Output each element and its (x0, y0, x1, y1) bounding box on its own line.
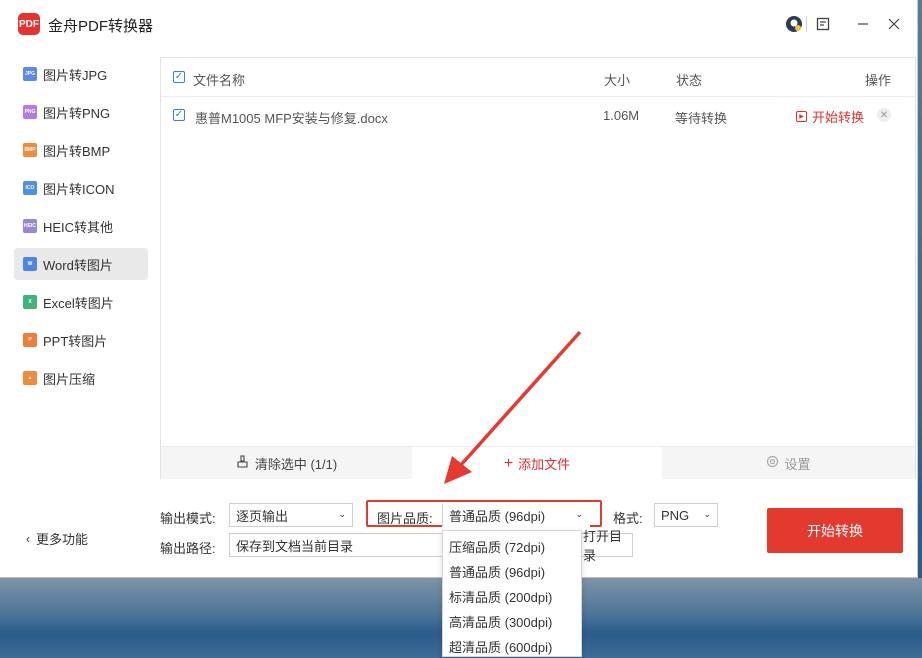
quality-dropdown-menu: 压缩品质 (72dpi) 普通品质 (96dpi) 标清品质 (200dpi) 高清品… (442, 530, 582, 657)
sidebar-item-label: PPT转图片 (43, 333, 108, 349)
close-icon[interactable] (882, 12, 906, 36)
sidebar-item-label: 图片转PNG (43, 105, 111, 121)
sidebar-item[interactable]: HEIC HEIC转其他 (14, 210, 148, 242)
file-list-panel: ✓ 文件名称 大小 状态 操作 ✓ 惠普M1005 MFP安装与修复.docx … (160, 57, 916, 479)
header-status: 状态 (676, 73, 703, 88)
open-directory-label: 打开目录 (583, 529, 623, 563)
sidebar-item-label: Excel转图片 (43, 295, 114, 311)
header-file-name: 文件名称 (193, 73, 246, 88)
output-mode-label: 输出模式: (160, 511, 216, 526)
quality-option[interactable]: 普通品质 (96dpi) (449, 562, 545, 581)
sidebar-item[interactable]: JPG 图片转JPG (14, 58, 148, 90)
image-quality-label: 图片品质: (377, 511, 433, 526)
heic-icon: HEIC (23, 219, 37, 233)
play-icon: ▶ (796, 111, 807, 122)
bmp-icon: BMP (23, 143, 37, 157)
app-window: PDF 金舟PDF转换器 JPG 图片转JPG PNG 图片转PNG BMP 图片转BMP… (0, 0, 918, 578)
app-title: 金舟PDF转换器 (48, 18, 154, 35)
select-all-checkbox[interactable]: ✓ (173, 71, 185, 83)
add-file-label: 添加文件 (518, 456, 571, 472)
image-quality-select[interactable]: 普通品质 (96dpi) ⌄ (442, 503, 590, 527)
open-directory-button[interactable]: 打开目录 (578, 529, 633, 563)
sidebar-item-label: 图片转BMP (43, 143, 111, 159)
sidebar-item-label: Word转图片 (43, 257, 113, 273)
sidebar-item-label: 图片转JPG (43, 67, 108, 83)
plus-icon: + (503, 454, 514, 472)
sidebar-item[interactable]: X Excel转图片 (14, 286, 148, 318)
row-start-convert-button[interactable]: ▶ 开始转换 (796, 107, 864, 126)
header-action: 操作 (865, 73, 892, 88)
sidebar-item-label: 图片压缩 (43, 371, 96, 387)
sidebar-item[interactable]: PNG 图片转PNG (14, 96, 148, 128)
quality-option[interactable]: 压缩品质 (72dpi) (449, 537, 545, 556)
output-mode-select[interactable]: 逐页输出 ⌄ (229, 503, 353, 527)
remove-file-icon[interactable]: ✕ (877, 108, 891, 122)
quality-option[interactable]: 超清品质 (600dpi) (449, 637, 552, 656)
chevron-down-icon: ⌄ (338, 509, 346, 519)
quality-option[interactable]: 标清品质 (200dpi) (449, 587, 552, 606)
table-row: ✓ 惠普M1005 MFP安装与修复.docx 1.06M 等待转换 ▶ 开始转… (161, 96, 915, 134)
output-path-value: 保存到文档当前目录 (236, 538, 354, 554)
word-icon: W (23, 257, 37, 271)
output-path-input[interactable]: 保存到文档当前目录 (229, 533, 443, 557)
chevron-down-icon: ⌄ (575, 509, 583, 519)
chevron-down-icon: ⌄ (703, 509, 711, 519)
title-bar: PDF 金舟PDF转换器 (0, 0, 918, 50)
file-size: 1.06M (603, 108, 640, 123)
sidebar-item[interactable]: W Word转图片 (14, 248, 148, 280)
start-convert-label: 开始转换 (807, 522, 863, 539)
header-size: 大小 (604, 73, 631, 88)
ppt-icon: P (23, 333, 37, 347)
sidebar-item[interactable]: P PPT转图片 (14, 324, 148, 356)
quality-option[interactable]: 高清品质 (300dpi) (449, 612, 552, 631)
table-bottom-bar: 清除选中 (1/1) + 添加文件 设置 (161, 446, 915, 479)
row-start-convert-label: 开始转换 (812, 110, 865, 125)
jpg-icon: JPG (23, 67, 37, 81)
minimize-icon[interactable] (851, 12, 875, 36)
chevron-left-icon: ‹ (26, 531, 30, 546)
format-label: 格式: (613, 511, 643, 526)
user-avatar-icon[interactable] (782, 12, 806, 36)
sidebar-item-label: 图片转ICON (43, 181, 115, 197)
sidebar-item[interactable]: ▲ 图片压缩 (14, 362, 148, 394)
excel-icon: X (23, 295, 37, 309)
sidebar-item[interactable]: BMP 图片转BMP (14, 134, 148, 166)
titlebar-divider (806, 16, 807, 32)
app-logo: PDF (18, 13, 40, 35)
clear-selected-label: 清除选中 (1/1) (254, 456, 338, 472)
settings-label: 设置 (784, 456, 811, 472)
sidebar: JPG 图片转JPG PNG 图片转PNG BMP 图片转BMP ICO 图片转ICON HEI… (0, 50, 160, 578)
feedback-icon[interactable] (811, 12, 835, 36)
start-convert-button[interactable]: 开始转换 (767, 508, 903, 553)
file-status: 等待转换 (675, 111, 728, 126)
compress-icon: ▲ (23, 371, 37, 385)
gear-icon (766, 455, 779, 471)
output-path-label: 输出路径: (160, 541, 216, 556)
sidebar-item-label: HEIC转其他 (43, 219, 114, 235)
image-quality-value: 普通品质 (96dpi) (449, 508, 546, 524)
output-mode-value: 逐页输出 (236, 508, 289, 524)
more-features-link[interactable]: ‹ 更多功能 (26, 529, 88, 548)
png-icon: PNG (23, 105, 37, 119)
clear-selected-button[interactable]: 清除选中 (1/1) (161, 447, 412, 479)
ico-icon: ICO (23, 181, 37, 195)
settings-button[interactable]: 设置 (662, 447, 915, 479)
file-name: 惠普M1005 MFP安装与修复.docx (195, 111, 388, 126)
table-header: ✓ 文件名称 大小 状态 操作 (161, 58, 915, 97)
format-value: PNG (661, 507, 690, 523)
row-checkbox[interactable]: ✓ (173, 109, 185, 121)
add-file-button[interactable]: + 添加文件 (412, 447, 662, 479)
broom-icon (236, 455, 249, 471)
more-features-label: 更多功能 (36, 532, 89, 547)
sidebar-item[interactable]: ICO 图片转ICON (14, 172, 148, 204)
format-select[interactable]: PNG ⌄ (654, 503, 718, 527)
